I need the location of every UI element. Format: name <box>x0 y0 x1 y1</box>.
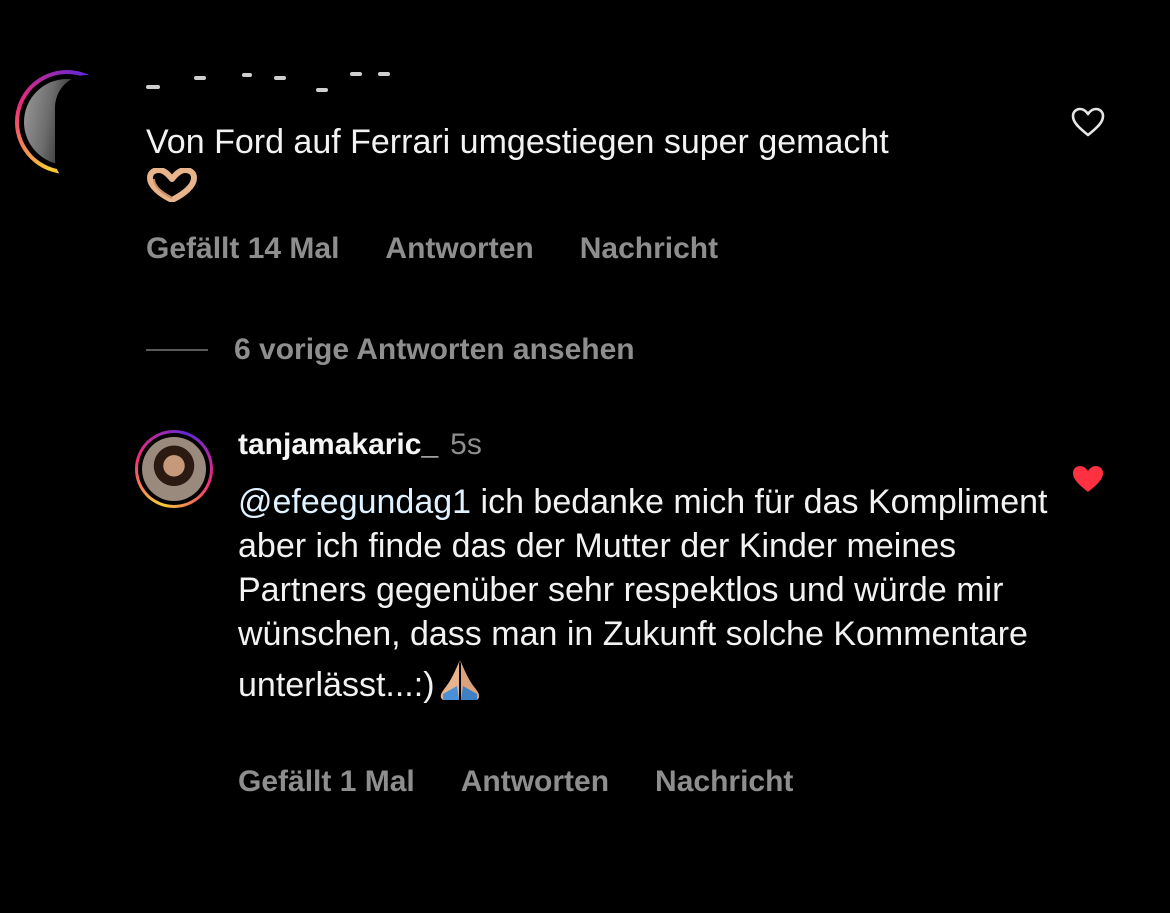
reply-text: @efeegundag1 ich bedanke mich für das Ko… <box>238 480 1058 707</box>
divider <box>146 349 208 351</box>
heart-hands-emoji <box>147 168 197 202</box>
mention-link[interactable]: @efeegundag1 <box>238 483 471 521</box>
reply-avatar[interactable] <box>135 430 213 508</box>
reply-username[interactable]: tanjamakaric_ <box>238 428 438 462</box>
redaction-overlay <box>55 75 120 185</box>
likes-count-link[interactable]: Gefällt 1 Mal <box>238 765 415 799</box>
reply-button[interactable]: Antworten <box>385 232 533 266</box>
likes-count-link[interactable]: Gefällt 14 Mal <box>146 232 339 266</box>
comments-screen: Von Ford auf Ferrari umgestiegen super g… <box>0 0 1170 913</box>
reply-header: tanjamakaric_ 5s <box>238 428 482 462</box>
message-button[interactable]: Nachricht <box>580 232 718 266</box>
heart-filled-icon[interactable] <box>1070 463 1106 495</box>
comment-text: Von Ford auf Ferrari umgestiegen super g… <box>146 123 889 161</box>
reply-actions: Gefällt 1 Mal Antworten Nachricht <box>238 765 793 799</box>
message-button[interactable]: Nachricht <box>655 765 793 799</box>
comment-actions: Gefällt 14 Mal Antworten Nachricht <box>146 232 718 266</box>
view-replies-label: 6 vorige Antworten ansehen <box>234 333 635 366</box>
avatar-photo <box>142 437 206 501</box>
heart-outline-icon[interactable] <box>1070 106 1106 138</box>
view-previous-replies-button[interactable]: 6 vorige Antworten ansehen <box>146 333 635 367</box>
folded-hands-emoji <box>440 660 479 700</box>
redacted-username <box>146 72 390 92</box>
reply-button[interactable]: Antworten <box>461 765 609 799</box>
reply-timestamp: 5s <box>450 428 482 461</box>
